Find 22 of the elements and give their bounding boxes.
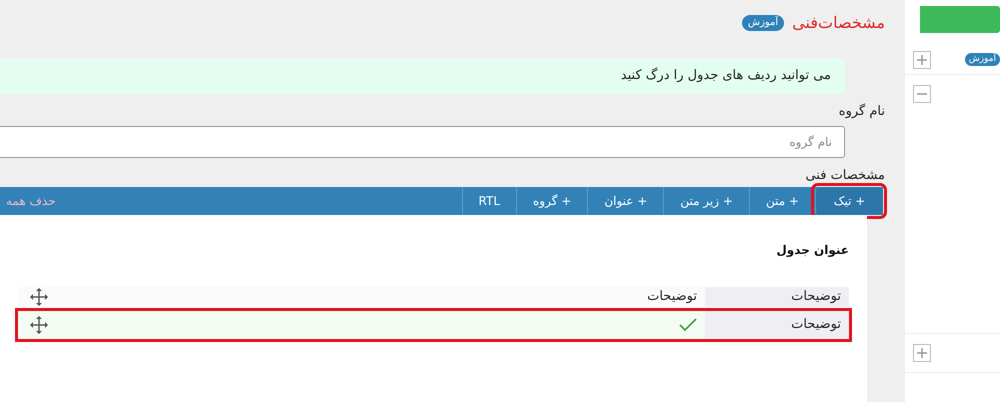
minus-button[interactable] (913, 85, 931, 103)
plus-icon (916, 54, 928, 66)
row-value: توضیحات (647, 288, 697, 306)
plus-button[interactable] (913, 50, 931, 68)
page-title: مشخصات‌فنی (792, 12, 885, 34)
plus-icon (916, 347, 928, 359)
check-icon (679, 318, 697, 332)
notice-text: می توانید ردیف های جدول را درگ کنید (620, 66, 831, 86)
move-icon[interactable] (30, 288, 48, 306)
row-label: توضیحات (705, 311, 849, 339)
table-title: عنوان جدول (775, 242, 849, 259)
table-row[interactable]: توضیحات توضیحات (18, 287, 849, 307)
field-label: نام گروه (838, 102, 885, 121)
group-name-field[interactable]: نام گروه (0, 126, 845, 158)
tutorial-badge[interactable]: آموزش (742, 15, 784, 31)
row-label: توضیحات (705, 287, 849, 307)
move-icon[interactable] (30, 316, 48, 334)
tutorial-badge[interactable]: آموزش (964, 53, 1000, 66)
table-row[interactable]: توضیحات (18, 311, 849, 339)
plus-button[interactable] (913, 344, 931, 362)
delete-all-button[interactable]: حذف همه (0, 187, 56, 215)
section-label: مشخصات فنی (804, 167, 885, 184)
